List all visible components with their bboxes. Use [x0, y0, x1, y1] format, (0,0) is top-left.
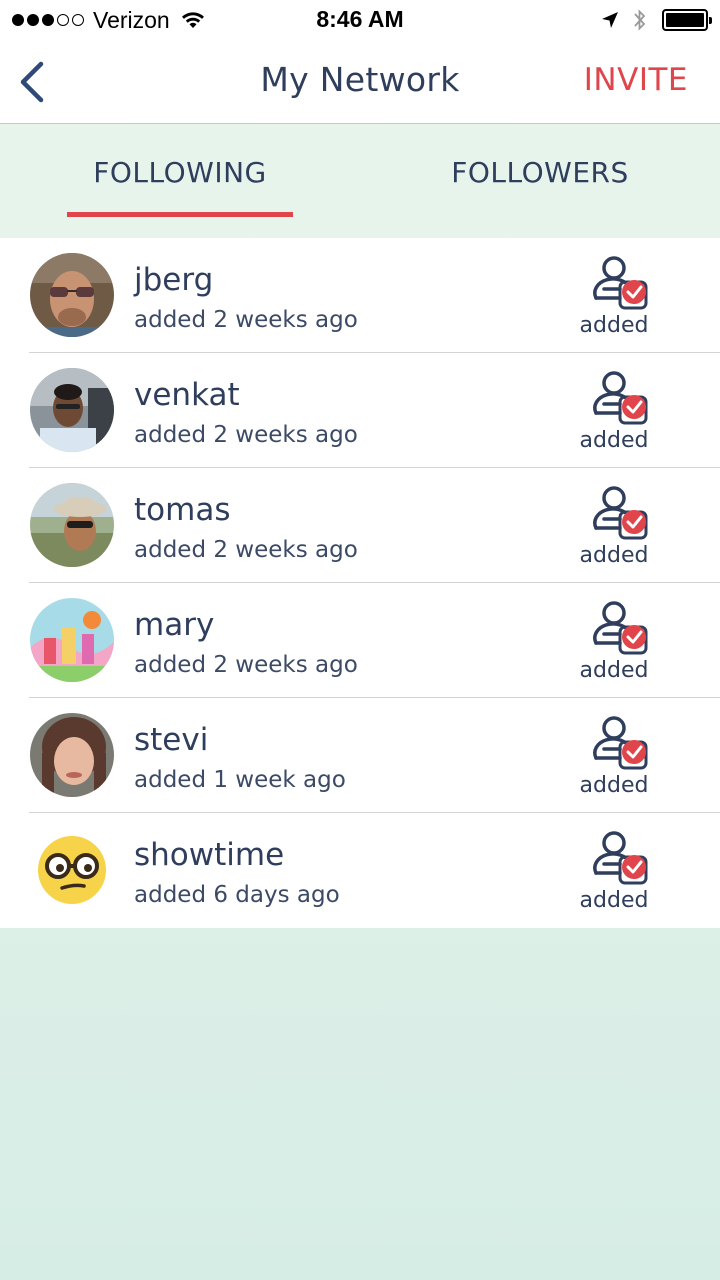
nerd-emoji-avatar[interactable]: [30, 828, 114, 912]
tab-label: FOLLOWING: [93, 156, 267, 189]
added-label: added: [579, 313, 649, 338]
list-item[interactable]: showtime added 6 days ago added: [0, 813, 720, 928]
following-list: jberg added 2 weeks ago added venkat add…: [0, 238, 720, 928]
list-item[interactable]: stevi added 1 week ago added: [0, 698, 720, 813]
user-name: venkat: [134, 377, 240, 413]
user-name: stevi: [134, 722, 209, 758]
list-item[interactable]: tomas added 2 weeks ago added: [0, 468, 720, 583]
user-name: showtime: [134, 837, 285, 873]
user-name: mary: [134, 607, 215, 643]
avatar[interactable]: [30, 483, 114, 567]
nav-bar: My Network INVITE: [0, 40, 720, 124]
tab-followers[interactable]: FOLLOWERS: [360, 124, 720, 219]
added-label: added: [579, 888, 649, 913]
added-time: added 2 weeks ago: [134, 422, 358, 448]
bluetooth-icon: [634, 9, 646, 31]
user-added-check-icon: [593, 716, 648, 770]
added-button[interactable]: added: [572, 714, 656, 804]
tab-following[interactable]: FOLLOWING: [0, 124, 360, 219]
list-item[interactable]: venkat added 2 weeks ago added: [0, 353, 720, 468]
added-label: added: [579, 543, 649, 568]
location-arrow-icon: [602, 12, 618, 28]
added-button[interactable]: added: [572, 829, 656, 919]
added-label: added: [579, 658, 649, 683]
list-item[interactable]: jberg added 2 weeks ago added: [0, 238, 720, 353]
added-time: added 2 weeks ago: [134, 537, 358, 563]
avatar[interactable]: [30, 713, 114, 797]
added-time: added 6 days ago: [134, 882, 340, 908]
added-label: added: [579, 773, 649, 798]
active-tab-indicator: [67, 212, 293, 217]
added-time: added 2 weeks ago: [134, 652, 358, 678]
battery-icon: [662, 9, 712, 31]
avatar[interactable]: [30, 253, 114, 337]
invite-button[interactable]: INVITE: [584, 62, 688, 98]
user-added-check-icon: [593, 486, 648, 540]
added-button[interactable]: added: [572, 369, 656, 459]
status-bar-right: [600, 6, 712, 34]
added-time: added 1 week ago: [134, 767, 346, 793]
avatar[interactable]: [30, 598, 114, 682]
added-label: added: [579, 428, 649, 453]
user-added-check-icon: [593, 831, 648, 885]
status-bar: Verizon 8:46 AM: [0, 0, 720, 40]
tab-bar: FOLLOWING FOLLOWERS: [0, 124, 720, 219]
user-added-check-icon: [593, 601, 648, 655]
user-added-check-icon: [593, 371, 648, 425]
added-button[interactable]: added: [572, 254, 656, 344]
tab-label: FOLLOWERS: [451, 156, 629, 189]
added-button[interactable]: added: [572, 599, 656, 689]
user-name: tomas: [134, 492, 231, 528]
added-time: added 2 weeks ago: [134, 307, 358, 333]
added-button[interactable]: added: [572, 484, 656, 574]
list-item[interactable]: mary added 2 weeks ago added: [0, 583, 720, 698]
user-name: jberg: [134, 262, 214, 298]
user-added-check-icon: [593, 256, 648, 310]
avatar[interactable]: [30, 368, 114, 452]
